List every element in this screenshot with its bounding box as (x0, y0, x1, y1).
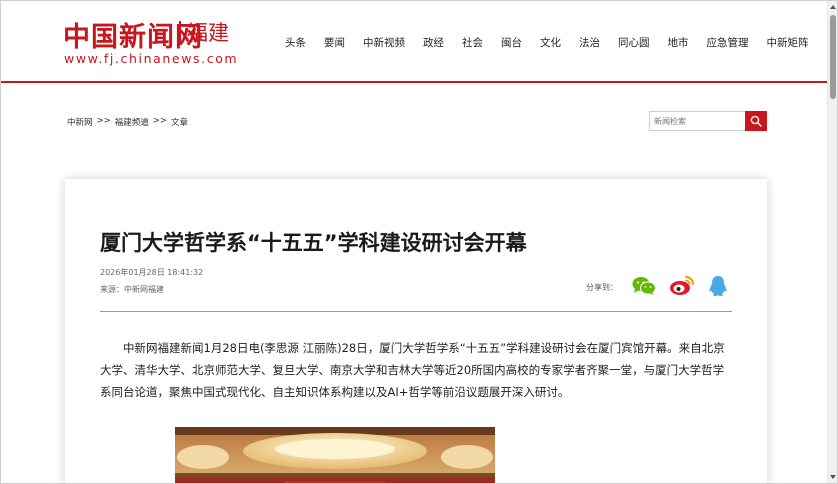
nav-item-society[interactable]: 社会 (462, 35, 483, 50)
weibo-icon[interactable] (669, 275, 695, 297)
site-logo[interactable]: 中国新闻网 福建 www.fj.chinanews.com (63, 15, 253, 69)
scrollbar-thumb[interactable] (830, 15, 836, 99)
search-input[interactable] (649, 111, 745, 131)
logo-region: 福建 (187, 21, 229, 45)
main-nav: 头条 要闻 中新视频 政经 社会 闽台 文化 法治 同心圆 地市 应急管理 中新… (285, 35, 827, 50)
breadcrumb-channel[interactable]: 福建频道 (115, 116, 149, 128)
nav-item-news[interactable]: 要闻 (324, 35, 345, 50)
logo-chinese-name: 中国新闻网 (63, 22, 203, 53)
scroll-down-arrow-icon[interactable] (830, 475, 836, 479)
article-photo (175, 427, 495, 483)
nav-item-matrix[interactable]: 中新矩阵 (767, 35, 809, 50)
article-title: 厦门大学哲学系“十五五”学科建设研讨会开幕 (100, 231, 527, 255)
nav-item-culture[interactable]: 文化 (540, 35, 561, 50)
nav-item-emergency[interactable]: 应急管理 (707, 35, 749, 50)
breadcrumb-current: 文章 (171, 118, 189, 128)
article-card: 厦门大学哲学系“十五五”学科建设研讨会开幕 2026年01月28日 18:41:… (65, 179, 767, 483)
nav-item-law[interactable]: 法治 (579, 35, 600, 50)
search-button[interactable] (745, 111, 767, 131)
nav-item-headlines[interactable]: 头条 (285, 35, 306, 50)
search-icon (750, 115, 762, 127)
breadcrumb-separator: >> (152, 116, 168, 126)
news-search (649, 111, 767, 131)
qq-icon[interactable] (705, 275, 731, 297)
browser-viewport: 中国新闻网 福建 www.fj.chinanews.com 头条 要闻 中新视频… (0, 0, 838, 484)
site-header: 中国新闻网 福建 www.fj.chinanews.com 头条 要闻 中新视频… (1, 1, 827, 83)
nav-item-video[interactable]: 中新视频 (363, 35, 405, 50)
nav-item-tongxinyuan[interactable]: 同心圆 (618, 35, 650, 50)
vertical-scrollbar[interactable] (827, 1, 837, 483)
breadcrumb: 中新网 >> 福建频道 >> 文章 (67, 116, 188, 128)
wechat-icon[interactable] (631, 275, 657, 297)
breadcrumb-separator: >> (96, 116, 111, 126)
header-red-divider (1, 81, 827, 83)
article-divider (100, 311, 732, 312)
logo-url: www.fj.chinanews.com (64, 51, 239, 66)
article-paragraph: 中新网福建新闻1月28日电(李思源 江丽陈)28日，厦门大学哲学系“十五五”学科… (100, 341, 725, 399)
breadcrumb-home[interactable]: 中新网 (67, 116, 93, 128)
article-date: 2026年01月28日 18:41:32 (100, 268, 204, 277)
share-label: 分享到： (586, 283, 618, 292)
nav-item-fujian-taiwan[interactable]: 闽台 (501, 35, 522, 50)
nav-item-cities[interactable]: 地市 (668, 35, 689, 50)
nav-item-politics-economy[interactable]: 政经 (423, 35, 444, 50)
logo-divider (179, 21, 181, 45)
scroll-up-arrow-icon[interactable] (830, 5, 836, 9)
article-source: 来源：中新网福建 (100, 285, 164, 294)
